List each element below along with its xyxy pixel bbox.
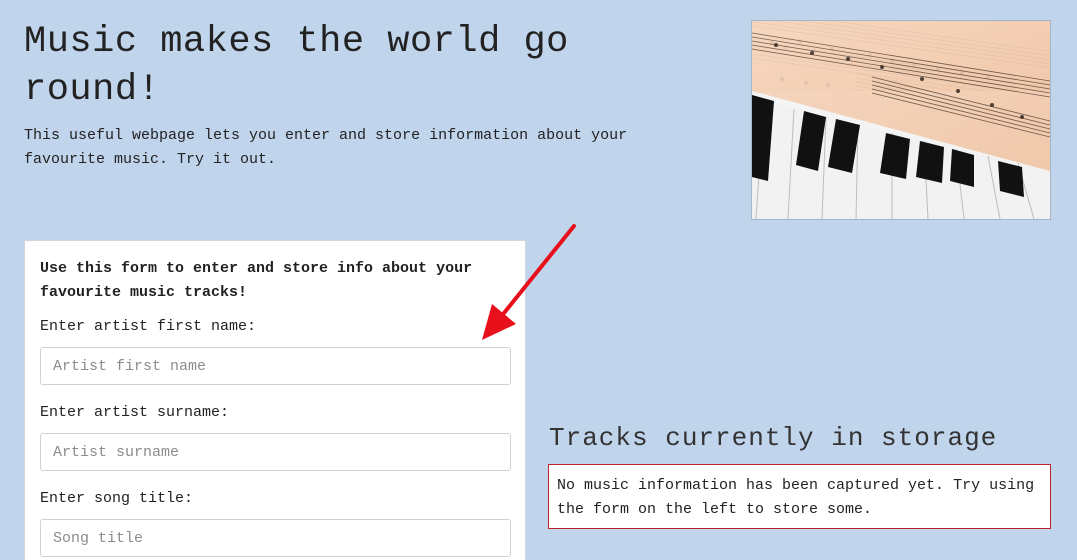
hero-image [751,20,1051,220]
storage-empty-message: No music information has been captured y… [548,464,1051,529]
track-form: Use this form to enter and store info ab… [24,240,526,560]
song-title-input[interactable] [40,519,511,557]
artist-surname-label: Enter artist surname: [40,404,230,421]
artist-first-name-input[interactable] [40,347,511,385]
artist-first-name-label: Enter artist first name: [40,318,257,335]
storage-heading: Tracks currently in storage [549,423,998,453]
intro-text: This useful webpage lets you enter and s… [24,127,628,168]
sheet-music-piano-image [752,21,1050,219]
form-intro: Use this form to enter and store info ab… [40,260,473,301]
red-arrow-icon [482,224,576,340]
artist-surname-input[interactable] [40,433,511,471]
page-title: Music makes the world go round! [24,21,569,111]
page: Music makes the world go round! This use… [0,0,1077,560]
song-title-label: Enter song title: [40,490,194,507]
